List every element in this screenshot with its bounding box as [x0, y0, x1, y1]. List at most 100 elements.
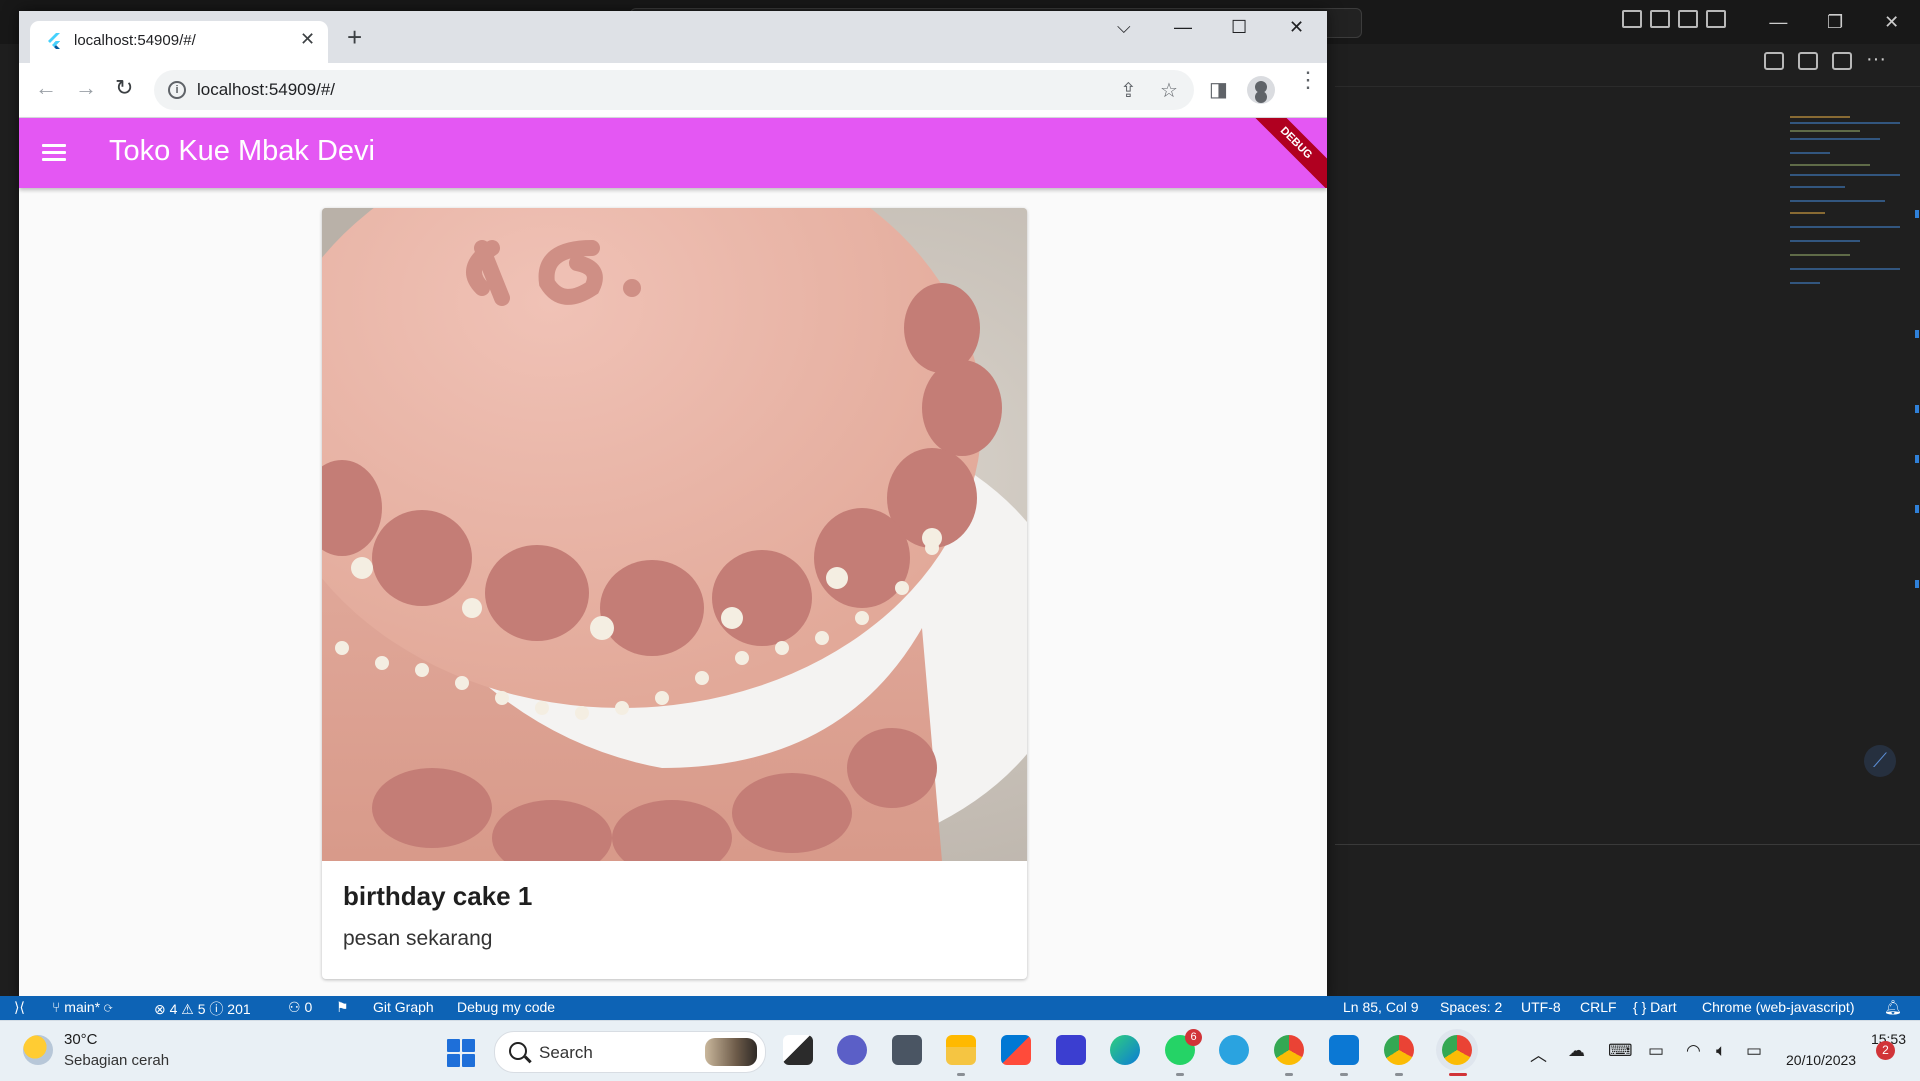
site-info-icon[interactable]: i [168, 81, 186, 99]
app-title: Toko Kue Mbak Devi [109, 135, 375, 167]
weather-description[interactable]: Sebagian cerah [64, 1052, 169, 1069]
debug-my-code-button[interactable]: Debug my code [457, 999, 555, 1015]
clock-date[interactable]: 20/10/2023 [1786, 1052, 1856, 1068]
card-subtitle[interactable]: pesan sekarang [343, 927, 492, 951]
side-panel-icon[interactable]: ◨ [1209, 77, 1228, 102]
chrome-active-icon[interactable] [1442, 1035, 1472, 1065]
remote-icon[interactable]: ⟩⟨ [14, 999, 25, 1016]
copilot-icon[interactable]: ⟋ [1864, 745, 1896, 777]
close-icon[interactable]: ✕ [1863, 0, 1920, 44]
show-hidden-icons-icon[interactable]: ︿ [1530, 1041, 1547, 1066]
tab-close-icon[interactable]: ✕ [300, 29, 315, 50]
vscode-window-controls: — ❐ ✕ [1750, 0, 1920, 44]
chrome-window: localhost:54909/#/ ✕ + ⌵ — ☐ ✕ ← → ↻ i l… [19, 11, 1327, 999]
ports-indicator[interactable]: ⚇ 0 [288, 999, 312, 1016]
line-ending[interactable]: CRLF [1580, 999, 1617, 1015]
toggle-primary-sidebar-icon[interactable] [1622, 10, 1642, 28]
search-icon [509, 1042, 527, 1060]
editor-divider [1335, 86, 1920, 87]
taskbar-search[interactable]: Search [494, 1031, 766, 1073]
debug-target[interactable]: Chrome (web-javascript) [1702, 999, 1854, 1015]
running-indicator [1176, 1073, 1184, 1076]
share-icon[interactable]: ⇪ [1120, 78, 1137, 103]
chrome-icon[interactable] [1274, 1035, 1304, 1065]
display-icon[interactable]: ▭ [1648, 1041, 1664, 1061]
minimize-icon[interactable]: — [1750, 0, 1807, 44]
onedrive-icon[interactable]: ☁ [1568, 1041, 1585, 1061]
tab-strip: localhost:54909/#/ ✕ + ⌵ — ☐ ✕ [19, 11, 1327, 63]
language-mode[interactable]: { } Dart [1633, 999, 1677, 1015]
debug-banner: DEBUG [1242, 118, 1327, 188]
back-icon[interactable]: ← [35, 76, 57, 100]
task-view-icon[interactable] [783, 1035, 813, 1065]
panel-divider [1335, 844, 1920, 845]
editor-actions: ··· [1764, 49, 1886, 70]
indentation[interactable]: Spaces: 2 [1440, 999, 1502, 1015]
start-button[interactable] [447, 1039, 475, 1067]
browser-tab[interactable]: localhost:54909/#/ ✕ [30, 21, 328, 63]
maximize-icon[interactable]: ☐ [1231, 17, 1247, 38]
running-indicator [1285, 1073, 1293, 1076]
branch-name: main* [64, 999, 101, 1015]
new-tab-icon[interactable]: + [347, 24, 362, 50]
cursor-position[interactable]: Ln 85, Col 9 [1343, 999, 1419, 1015]
whatsapp-badge: 6 [1185, 1029, 1202, 1046]
volume-icon[interactable]: 🔈︎ [1716, 1041, 1726, 1061]
vscode-icon[interactable] [1329, 1035, 1359, 1065]
product-card[interactable]: birthday cake 1 pesan sekarang [322, 208, 1027, 979]
running-indicator [1340, 1073, 1348, 1076]
toggle-secondary-sidebar-icon[interactable] [1678, 10, 1698, 28]
run-debug-icon[interactable] [1764, 52, 1784, 70]
chrome-profile-icon[interactable] [1384, 1035, 1414, 1065]
flutter-icon [48, 33, 60, 49]
weather-temperature[interactable]: 30°C [64, 1031, 98, 1048]
clock-time[interactable]: 15:53 [1838, 1031, 1906, 1047]
layout-controls [1622, 10, 1726, 28]
encoding[interactable]: UTF-8 [1521, 999, 1561, 1015]
ports-count: 0 [304, 999, 313, 1015]
menu-icon[interactable] [42, 144, 66, 162]
microsoft-store-icon[interactable] [1001, 1035, 1031, 1065]
restore-icon[interactable]: ❐ [1807, 0, 1864, 44]
file-explorer-icon[interactable] [946, 1035, 976, 1065]
search-highlight-icon [705, 1038, 757, 1066]
telegram-icon[interactable] [1219, 1035, 1249, 1065]
close-icon[interactable]: ✕ [1289, 17, 1304, 38]
browser-toolbar: ← → ↻ i localhost:54909/#/ ⇪ ☆ ◨ ⋮ [19, 63, 1327, 118]
active-indicator [1449, 1073, 1467, 1076]
address-bar[interactable]: i localhost:54909/#/ ⇪ ☆ [154, 70, 1194, 110]
weather-partly-sunny-icon[interactable] [23, 1035, 53, 1065]
more-actions-icon[interactable]: ··· [1866, 49, 1886, 70]
flutter-page: Toko Kue Mbak Devi DEBUG birthday cake 1… [19, 118, 1327, 999]
debug-run-icon[interactable]: ⚑ [336, 999, 349, 1016]
compare-changes-icon[interactable] [1798, 52, 1818, 70]
notification-count[interactable]: 2 [1876, 1041, 1895, 1060]
tab-title: localhost:54909/#/ [74, 32, 196, 49]
chrome-menu-icon[interactable]: ⋮ [1297, 69, 1319, 91]
minimap[interactable] [1790, 112, 1905, 292]
tab-search-icon[interactable]: ⌵ [1117, 17, 1131, 38]
battery-icon[interactable]: ▭ [1746, 1041, 1762, 1061]
windows-taskbar: 30°C Sebagian cerah Search 6 ︿ ☁ ⌨ ▭ ◠ 🔈… [0, 1020, 1920, 1081]
notifications-bell-icon[interactable]: 🔔︎ [1884, 999, 1902, 1016]
teams-chat-icon[interactable] [837, 1035, 867, 1065]
problems-indicator[interactable]: ⊗ 4 ⚠ 5 ⓘ 201 [154, 999, 251, 1019]
minimize-icon[interactable]: — [1174, 17, 1192, 38]
visual-studio-icon[interactable] [1056, 1035, 1086, 1065]
profile-avatar-icon[interactable] [1247, 76, 1275, 104]
reload-icon[interactable]: ↻ [115, 76, 133, 100]
forward-icon[interactable]: → [75, 76, 97, 100]
split-editor-icon[interactable] [1832, 52, 1852, 70]
camera-icon[interactable] [892, 1035, 922, 1065]
running-indicator [957, 1073, 965, 1076]
branch-indicator[interactable]: ⑂ main* ⟳ [52, 999, 112, 1015]
app-bar: Toko Kue Mbak Devi DEBUG [19, 118, 1327, 188]
git-graph-button[interactable]: Git Graph [373, 999, 434, 1015]
customize-layout-icon[interactable] [1706, 10, 1726, 28]
edge-icon[interactable] [1110, 1035, 1140, 1065]
wifi-icon[interactable]: ◠ [1686, 1041, 1701, 1061]
toggle-panel-icon[interactable] [1650, 10, 1670, 28]
keyboard-icon[interactable]: ⌨ [1608, 1041, 1633, 1061]
bookmark-star-icon[interactable]: ☆ [1160, 78, 1178, 103]
search-label: Search [539, 1043, 593, 1062]
